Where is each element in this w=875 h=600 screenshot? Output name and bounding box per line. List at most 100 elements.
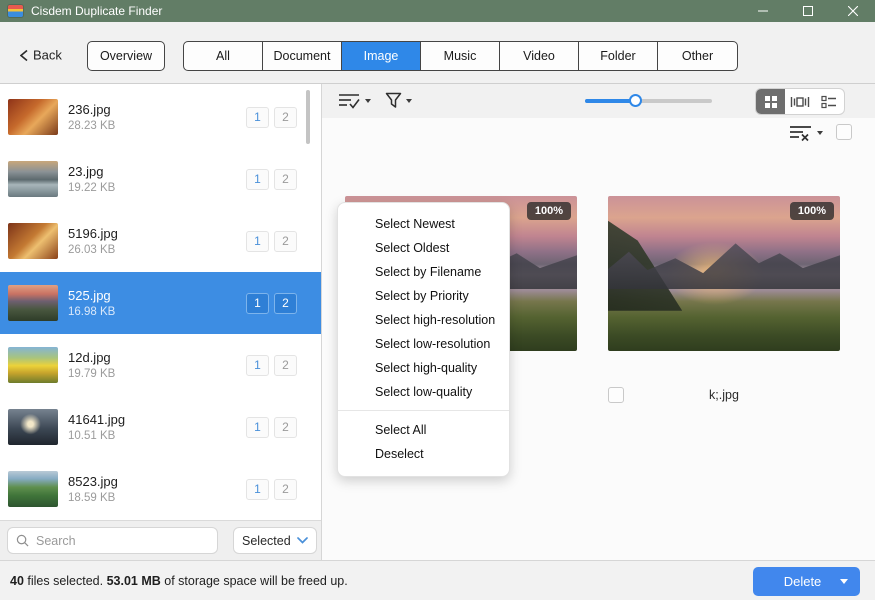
- menu-item-select-low-resolution[interactable]: Select low-resolution: [338, 332, 509, 356]
- photo-preview[interactable]: 100%: [608, 196, 840, 351]
- maximize-button[interactable]: [785, 0, 830, 22]
- selected-count: 40: [10, 574, 24, 588]
- tab-image[interactable]: Image: [342, 42, 421, 70]
- header: Back Overview All Document Image Music V…: [0, 22, 875, 84]
- duplicate-badge-1[interactable]: 1: [246, 479, 269, 500]
- duplicate-badge-1[interactable]: 1: [246, 169, 269, 190]
- tab-other[interactable]: Other: [658, 42, 737, 70]
- slider-fill: [585, 99, 635, 103]
- list-view-button[interactable]: [815, 89, 844, 114]
- duplicate-badge-2[interactable]: 2: [274, 169, 297, 190]
- menu-item-select-newest[interactable]: Select Newest: [338, 212, 509, 236]
- menu-item-select-all[interactable]: Select All: [338, 418, 509, 442]
- file-name: 236.jpg: [68, 102, 115, 117]
- filter-dropdown-value: Selected: [242, 534, 291, 548]
- file-name: 12d.jpg: [68, 350, 115, 365]
- compare-view-icon: [790, 95, 810, 109]
- menu-item-select-low-quality[interactable]: Select low-quality: [338, 380, 509, 404]
- freed-size: 53.01 MB: [107, 574, 161, 588]
- tab-video[interactable]: Video: [500, 42, 579, 70]
- file-thumbnail: [8, 471, 58, 507]
- filter-dropdown[interactable]: Selected: [233, 527, 317, 554]
- menu-item-select-high-quality[interactable]: Select high-quality: [338, 356, 509, 380]
- sidebar-scrollbar[interactable]: [306, 90, 310, 144]
- list-view-icon: [821, 95, 837, 109]
- file-size: 19.22 KB: [68, 182, 115, 194]
- list-item[interactable]: 8523.jpg 18.59 KB 1 2: [0, 458, 321, 520]
- status-text: 40 files selected. 53.01 MB of storage s…: [10, 574, 348, 588]
- similarity-badge: 100%: [527, 202, 571, 220]
- duplicate-badge-2[interactable]: 2: [274, 355, 297, 376]
- grid-view-button[interactable]: [756, 89, 785, 114]
- list-item-selected[interactable]: 525.jpg 16.98 KB 1 2: [0, 272, 321, 334]
- sidebar-footer: Selected: [0, 520, 321, 560]
- duplicate-badge-2[interactable]: 2: [274, 107, 297, 128]
- tab-document[interactable]: Document: [263, 42, 342, 70]
- duplicate-badge-1[interactable]: 1: [246, 355, 269, 376]
- file-name: 41641.jpg: [68, 412, 125, 427]
- file-thumbnail: [8, 409, 58, 445]
- tab-music[interactable]: Music: [421, 42, 500, 70]
- group-deselect-button[interactable]: [789, 124, 823, 142]
- main-toolbar: [322, 84, 875, 118]
- menu-item-select-high-resolution[interactable]: Select high-resolution: [338, 308, 509, 332]
- duplicate-badge-1[interactable]: 1: [246, 417, 269, 438]
- file-thumbnail: [8, 347, 58, 383]
- file-size: 19.79 KB: [68, 368, 115, 380]
- menu-item-deselect[interactable]: Deselect: [338, 442, 509, 466]
- back-chevron-icon: [20, 49, 28, 61]
- menu-item-select-oldest[interactable]: Select Oldest: [338, 236, 509, 260]
- search-input[interactable]: [36, 534, 209, 548]
- category-tabs: All Document Image Music Video Folder Ot…: [183, 41, 738, 71]
- menu-item-select-by-priority[interactable]: Select by Priority: [338, 284, 509, 308]
- statusbar: 40 files selected. 53.01 MB of storage s…: [0, 560, 875, 600]
- list-item[interactable]: 5196.jpg 26.03 KB 1 2: [0, 210, 321, 272]
- minimize-button[interactable]: [740, 0, 785, 22]
- file-name: 23.jpg: [68, 164, 115, 179]
- back-button[interactable]: Back: [20, 48, 62, 63]
- slider-thumb[interactable]: [629, 94, 642, 107]
- list-item[interactable]: 12d.jpg 19.79 KB 1 2: [0, 334, 321, 396]
- file-thumbnail: [8, 223, 58, 259]
- filter-icon: [385, 92, 402, 109]
- file-size: 28.23 KB: [68, 120, 115, 132]
- select-menu-button[interactable]: [338, 92, 371, 110]
- tab-all[interactable]: All: [184, 42, 263, 70]
- caret-down-icon: [365, 99, 371, 103]
- duplicate-badge-2[interactable]: 2: [274, 293, 297, 314]
- list-item[interactable]: 236.jpg 28.23 KB 1 2: [0, 86, 321, 148]
- delete-caret-icon[interactable]: [840, 579, 848, 584]
- close-button[interactable]: [830, 0, 875, 22]
- delete-button[interactable]: Delete: [753, 567, 860, 596]
- file-size: 16.98 KB: [68, 306, 115, 318]
- file-thumbnail: [8, 99, 58, 135]
- app-icon: [8, 5, 23, 17]
- group-select-checkbox[interactable]: [836, 124, 852, 140]
- overview-button[interactable]: Overview: [87, 41, 165, 71]
- duplicate-badge-1[interactable]: 1: [246, 107, 269, 128]
- list-item[interactable]: 23.jpg 19.22 KB 1 2: [0, 148, 321, 210]
- duplicate-groups-sidebar: 236.jpg 28.23 KB 1 2 23.jpg 19.22 KB: [0, 84, 322, 560]
- list-item[interactable]: 41641.jpg 10.51 KB 1 2: [0, 396, 321, 458]
- similarity-badge: 100%: [790, 202, 834, 220]
- caret-down-icon: [817, 131, 823, 135]
- duplicate-badge-2[interactable]: 2: [274, 479, 297, 500]
- card-filename: k;.jpg: [608, 387, 840, 404]
- duplicate-badge-1[interactable]: 1: [246, 293, 269, 314]
- tab-folder[interactable]: Folder: [579, 42, 658, 70]
- deselect-lines-icon: [789, 124, 813, 142]
- back-label: Back: [33, 48, 62, 63]
- file-checkbox[interactable]: [608, 387, 624, 403]
- thumbnail-size-slider[interactable]: [585, 99, 712, 103]
- group-list: 236.jpg 28.23 KB 1 2 23.jpg 19.22 KB: [0, 86, 321, 520]
- duplicate-badge-2[interactable]: 2: [274, 417, 297, 438]
- filter-menu-button[interactable]: [385, 92, 412, 109]
- menu-separator: [338, 410, 509, 411]
- duplicate-badge-1[interactable]: 1: [246, 231, 269, 252]
- menu-item-select-by-filename[interactable]: Select by Filename: [338, 260, 509, 284]
- file-thumbnail: [8, 161, 58, 197]
- compare-view-button[interactable]: [785, 89, 814, 114]
- group-header: [322, 118, 875, 148]
- duplicate-card: 100% k;.jpg: [608, 196, 840, 405]
- duplicate-badge-2[interactable]: 2: [274, 231, 297, 252]
